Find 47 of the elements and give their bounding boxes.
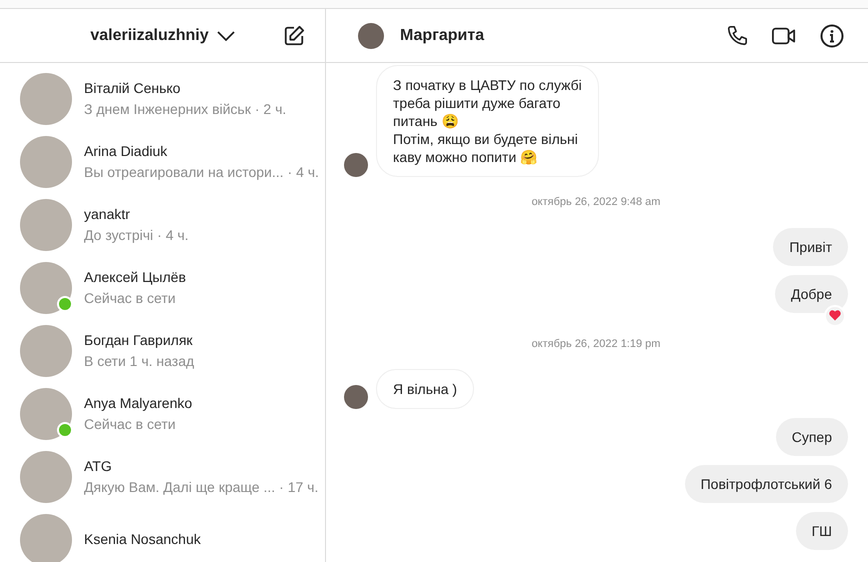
message-preview: Вы отреагировали на истори... <box>84 162 284 182</box>
avatar[interactable] <box>358 22 384 48</box>
message-preview: Дякую Вам. Далі ще краще ... <box>84 478 276 497</box>
contact-name: Алексей Цылёв <box>84 268 186 287</box>
message-bubble: Повітрофлотський 6 <box>684 465 848 503</box>
message-preview: Сейчас в сети <box>84 288 176 308</box>
compose-icon[interactable] <box>283 24 305 46</box>
contact-name: ATG <box>84 456 113 476</box>
chat-list-item[interactable]: Віталій Сенько З днем Інженерних військ · 2 ч. <box>0 67 325 130</box>
contact-name: Arina Diadiuk <box>84 142 168 160</box>
message-time: · 2 ч. <box>254 100 286 118</box>
avatar <box>344 153 368 177</box>
message-bubble: Супер <box>776 418 848 456</box>
contact-name: Anya Malyarenko <box>84 394 192 413</box>
message-bubble: З початку в ЦАВТУ по службі треба рішити дуже багато питань 😩 Потім, якщо ви будете вільні каву можно попити 🤗 <box>376 65 599 177</box>
timestamp: октябрь 26, 2022 1:19 pm <box>532 336 660 352</box>
timestamp: октябрь 26, 2022 9:48 am <box>532 195 660 210</box>
chevron-down-icon[interactable] <box>216 30 235 40</box>
online-status-dot <box>57 422 73 438</box>
online-status-dot <box>57 296 73 312</box>
chat-list-item[interactable]: ATG Дякую Вам. Далі ще краще ... · 17 ч. <box>0 445 325 508</box>
contact-name: Віталій Сенько <box>84 78 182 98</box>
chat-list-item[interactable]: yanaktr До зустрічі · 4 ч. <box>0 193 325 256</box>
phone-icon[interactable] <box>726 24 748 46</box>
message-time: · 17 ч. <box>279 478 318 496</box>
contact-name: Богдан Гавриляк <box>84 330 194 350</box>
video-camera-icon[interactable] <box>772 24 796 46</box>
message-time: · 4 ч. <box>157 226 189 244</box>
account-name[interactable]: valeriizaluzhniy <box>90 24 209 48</box>
avatar <box>344 385 368 409</box>
chat-list-item[interactable]: Богдан Гавриляк В сети 1 ч. назад <box>0 319 325 382</box>
message-bubble: Привіт <box>773 228 848 266</box>
message-bubble: ГШ <box>796 512 848 550</box>
chat-list-item[interactable]: Алексей Цылёв Сейчас в сети <box>0 256 325 319</box>
message-preview: В сети 1 ч. назад <box>84 352 194 371</box>
message-preview: З днем Інженерних військ <box>84 100 251 119</box>
message-time: · 4 ч. <box>288 162 319 182</box>
contact-name: yanaktr <box>84 204 131 224</box>
chat-list-item[interactable]: Ksenia Nosanchuk <box>0 508 325 562</box>
message-preview: Сейчас в сети <box>84 414 176 434</box>
message-bubble: Я вільна ) <box>376 369 474 409</box>
chat-title[interactable]: Маргарита <box>400 24 484 48</box>
message-preview: До зустрічі <box>84 226 154 245</box>
contact-name: Ksenia Nosanchuk <box>84 530 201 549</box>
info-icon[interactable] <box>820 24 844 48</box>
chat-list-item[interactable]: Arina Diadiuk Вы отреагировали на истори... · 4 ч. <box>0 130 325 193</box>
chat-list-item[interactable]: Anya Malyarenko Сейчас в сети <box>0 382 325 445</box>
